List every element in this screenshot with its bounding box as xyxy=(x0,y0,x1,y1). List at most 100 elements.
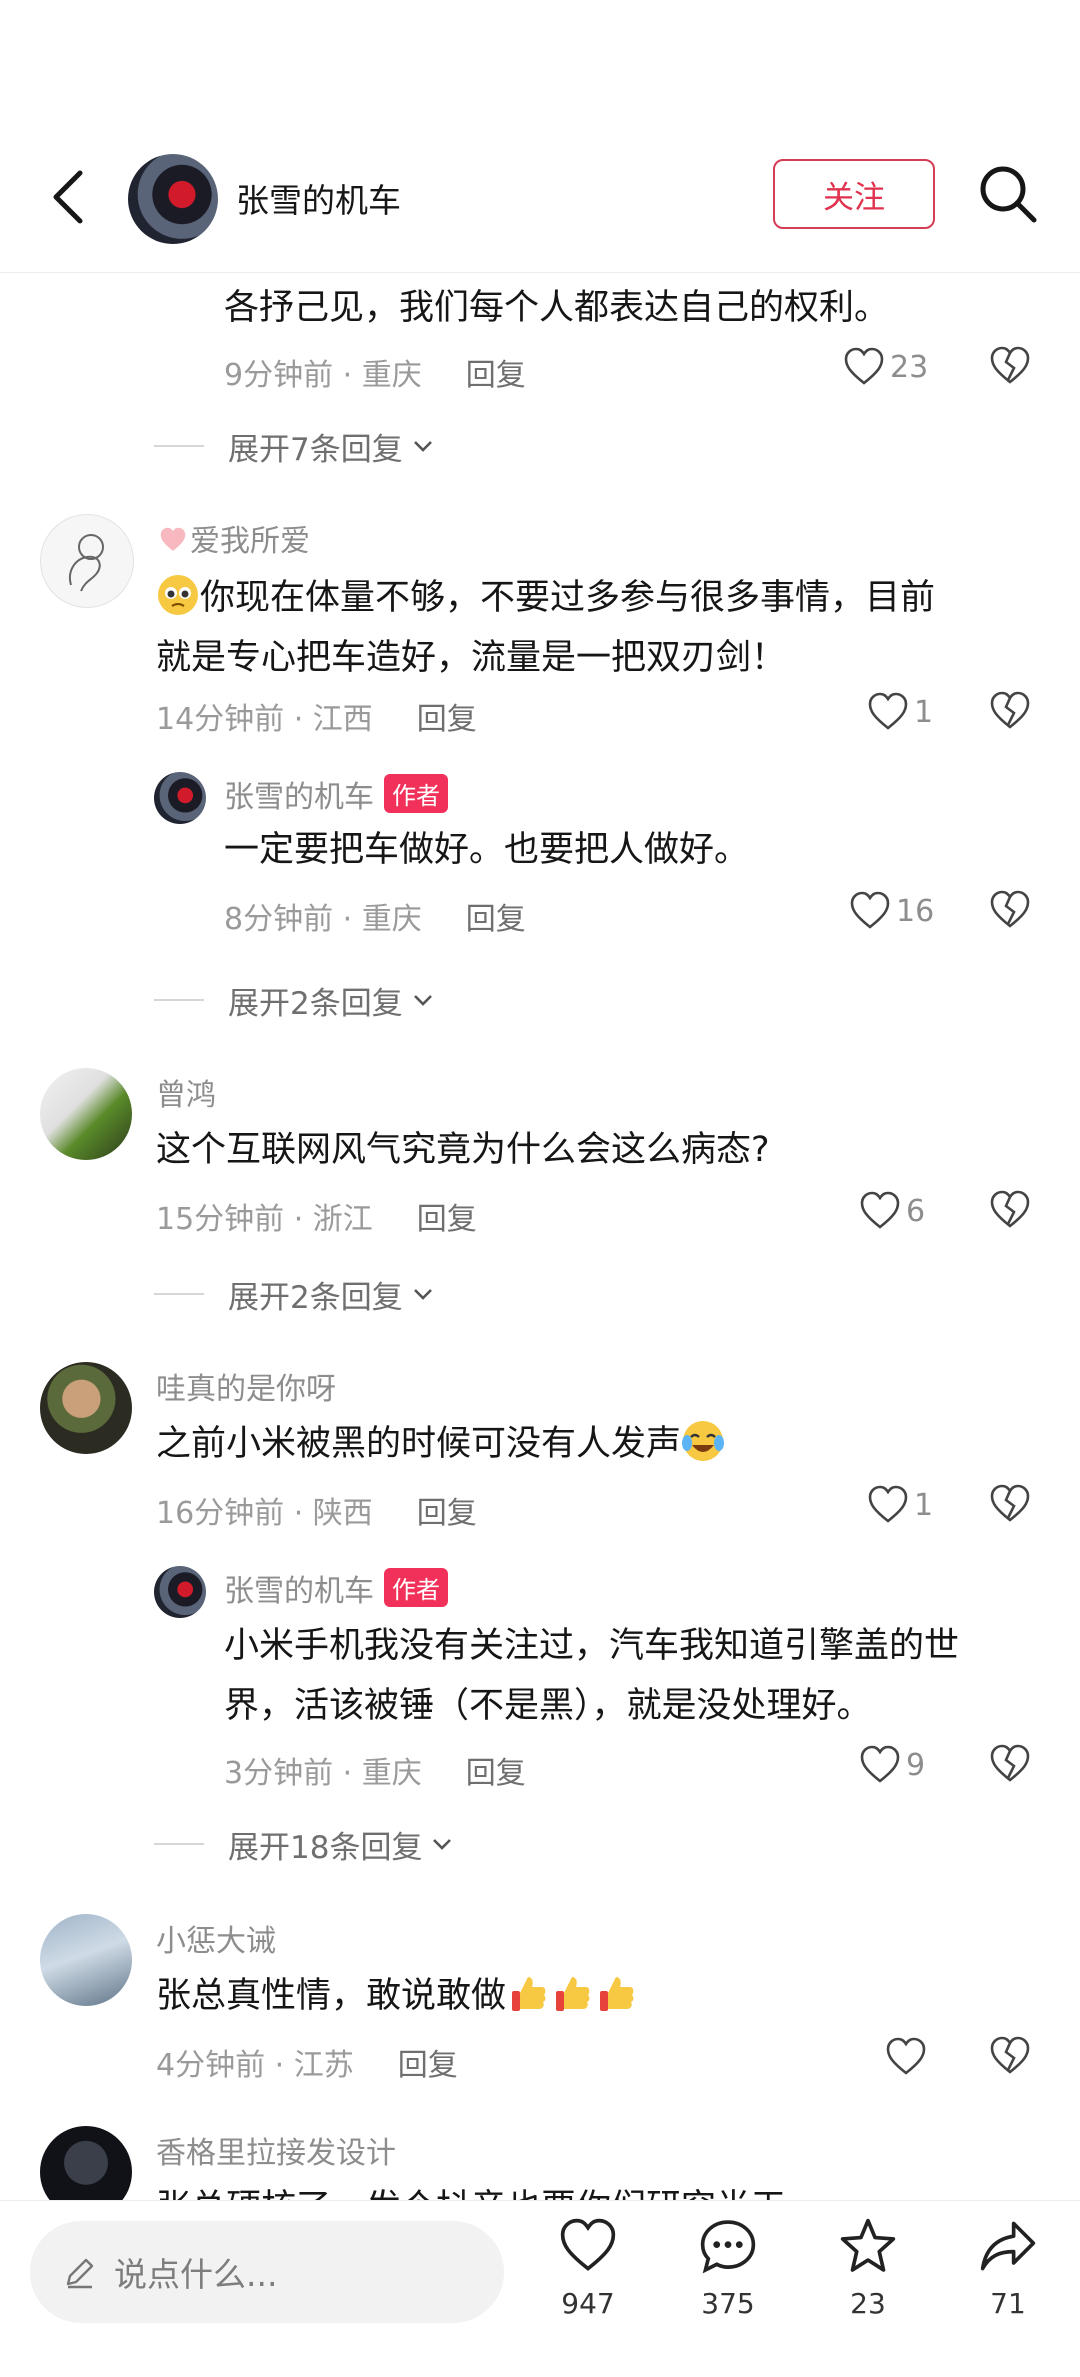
expand-replies[interactable]: 展开18条回复 xyxy=(154,1822,456,1866)
expand-replies[interactable]: 展开2条回复 xyxy=(154,978,437,1022)
expand-label: 展开7条回复 xyxy=(228,431,403,468)
comment-text: 小米手机我没有关注过，汽车我知道引擎盖的世 界，活该被锤（不是黑），就是没处理好… xyxy=(224,1616,959,1736)
star-icon xyxy=(840,2218,896,2272)
comment-input[interactable]: 说点什么... xyxy=(30,2221,504,2323)
heart-icon xyxy=(886,2037,926,2075)
header-divider xyxy=(0,272,1080,273)
reply-button[interactable]: 回复 xyxy=(417,702,477,737)
dislike-icon[interactable] xyxy=(988,1482,1032,1526)
thumbs-up-emoji xyxy=(512,1977,546,2011)
like-count: 16 xyxy=(896,893,935,929)
heart-icon xyxy=(868,692,908,730)
comment-username[interactable]: 爱我所爱 xyxy=(156,516,310,560)
account-avatar[interactable] xyxy=(128,154,218,244)
expand-line xyxy=(154,999,204,1001)
reply-button[interactable]: 回复 xyxy=(417,1496,477,1531)
comment-username[interactable]: 小惩大诫 xyxy=(156,1916,276,1960)
favorite-action[interactable]: 23 xyxy=(813,2215,923,2320)
user-avatar[interactable] xyxy=(40,514,134,608)
like-button[interactable] xyxy=(884,2032,932,2082)
sketch-avatar-icon xyxy=(69,534,104,592)
author-avatar[interactable] xyxy=(154,772,206,824)
comment-time-location: 15分钟前 · 浙江 xyxy=(156,1202,373,1237)
pink-heart-icon xyxy=(160,527,186,551)
user-avatar[interactable] xyxy=(40,1068,132,1160)
comment-text-line1: 你现在体量不够，不要过多参与很多事情，目前 xyxy=(200,578,936,618)
comment-username[interactable]: 张雪的机车 作者 xyxy=(224,772,448,816)
reply-button[interactable]: 回复 xyxy=(466,358,526,393)
expand-line xyxy=(154,445,204,447)
comment-meta: 16分钟前 · 陕西 回复 xyxy=(156,1488,477,1532)
reply-button[interactable]: 回复 xyxy=(466,1756,526,1791)
username-label: 爱我所爱 xyxy=(190,524,310,559)
like-action[interactable]: 947 xyxy=(533,2215,643,2320)
favorite-total: 23 xyxy=(850,2287,886,2320)
comment-text: 张总真性情，敢说敢做 xyxy=(156,1966,638,2026)
comment-username[interactable]: 曾鸿 xyxy=(156,1070,216,1114)
expand-label: 展开18条回复 xyxy=(228,1829,423,1866)
author-badge: 作者 xyxy=(384,774,448,813)
expand-replies[interactable]: 展开7条回复 xyxy=(154,424,437,468)
dislike-icon[interactable] xyxy=(988,344,1032,388)
comment-text: 各抒己见，我们每个人都表达自己的权利。 xyxy=(224,288,890,328)
user-avatar[interactable] xyxy=(40,1914,132,2006)
comment-text-line2: 就是专心把车造好，流量是一把双刃剑！ xyxy=(156,638,787,678)
comment-list[interactable]: 各抒己见，我们每个人都表达自己的权利。 9分钟前 · 重庆 回复 23 展开7条回… xyxy=(0,274,1080,2204)
comment-time-location: 16分钟前 · 陕西 xyxy=(156,1496,373,1531)
comment-username[interactable]: 张雪的机车 作者 xyxy=(224,1566,448,1610)
reply-button[interactable]: 回复 xyxy=(398,2048,458,2083)
like-button[interactable]: 1 xyxy=(866,1480,933,1530)
like-count: 6 xyxy=(906,1193,926,1229)
chevron-down-icon xyxy=(413,995,432,1006)
like-button[interactable]: 23 xyxy=(842,342,928,392)
search-icon[interactable] xyxy=(976,162,1040,226)
user-avatar[interactable] xyxy=(40,1362,132,1454)
like-button[interactable]: 6 xyxy=(858,1186,925,1236)
expand-line xyxy=(154,1843,204,1845)
heart-icon xyxy=(850,891,890,929)
author-avatar[interactable] xyxy=(154,1566,206,1618)
dislike-icon[interactable] xyxy=(988,1188,1032,1232)
comment-time-location: 3分钟前 · 重庆 xyxy=(224,1756,422,1791)
expand-replies[interactable]: 展开2条回复 xyxy=(154,1272,437,1316)
comment-time-location: 8分钟前 · 重庆 xyxy=(224,902,422,937)
chevron-down-icon xyxy=(433,1839,452,1850)
username-label: 张雪的机车 xyxy=(224,1574,374,1609)
bottom-action-bar: 说点什么... 947 375 23 71 xyxy=(0,2200,1080,2377)
comment-username[interactable]: 香格里拉接发设计 xyxy=(156,2128,396,2172)
comment-text-line1: 小米手机我没有关注过，汽车我知道引擎盖的世 xyxy=(224,1626,960,1666)
comment-username[interactable]: 哇真的是你呀 xyxy=(156,1364,336,1408)
dislike-icon[interactable] xyxy=(988,689,1032,733)
like-total: 947 xyxy=(561,2287,615,2320)
comment-total: 375 xyxy=(701,2287,755,2320)
comment-input-placeholder: 说点什么... xyxy=(114,2255,278,2294)
share-arrow-icon xyxy=(980,2221,1036,2271)
back-arrow-icon[interactable] xyxy=(44,167,94,227)
dislike-icon[interactable] xyxy=(988,1742,1032,1786)
reply-button[interactable]: 回复 xyxy=(417,1202,477,1237)
dislike-icon[interactable] xyxy=(988,888,1032,932)
heart-icon xyxy=(868,1485,908,1523)
share-action[interactable]: 71 xyxy=(953,2215,1063,2320)
user-avatar[interactable] xyxy=(40,2126,132,2204)
follow-button[interactable]: 关注 xyxy=(773,159,935,229)
heart-icon xyxy=(860,1191,900,1229)
comment-text: 一定要把车做好。也要把人做好。 xyxy=(224,830,750,870)
reply-button[interactable]: 回复 xyxy=(466,902,526,937)
comment-meta: 8分钟前 · 重庆 回复 xyxy=(224,894,526,938)
expand-line xyxy=(154,1293,204,1295)
comment-action[interactable]: 375 xyxy=(673,2215,783,2320)
like-count: 1 xyxy=(914,694,934,730)
chevron-down-icon xyxy=(413,441,432,452)
heart-icon xyxy=(560,2218,616,2271)
like-button[interactable]: 9 xyxy=(858,1740,925,1790)
comment-text: 这个互联网风气究竟为什么会这么病态? xyxy=(156,1130,770,1170)
like-button[interactable]: 16 xyxy=(848,886,934,936)
comment-meta: 4分钟前 · 江苏 回复 xyxy=(156,2040,458,2084)
dislike-icon[interactable] xyxy=(988,2034,1032,2078)
comment-time-location: 9分钟前 · 重庆 xyxy=(224,358,422,393)
author-badge: 作者 xyxy=(384,1568,448,1607)
comment-text-body: 之前小米被黑的时候可没有人发声 xyxy=(156,1424,682,1464)
like-button[interactable]: 1 xyxy=(866,687,933,737)
account-name[interactable]: 张雪的机车 xyxy=(236,174,401,222)
